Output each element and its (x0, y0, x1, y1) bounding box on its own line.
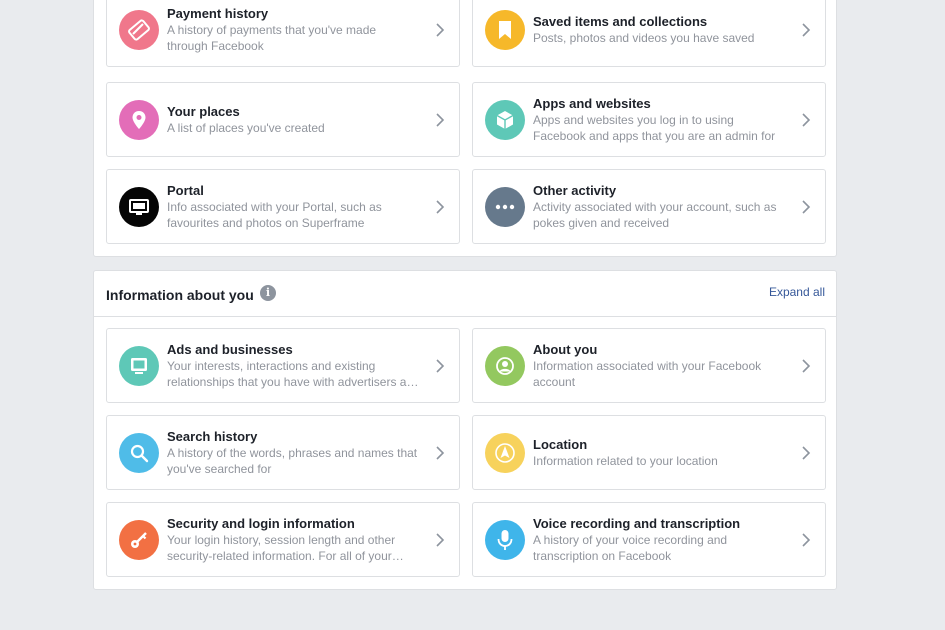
chevron-right-icon (436, 358, 445, 373)
card-title: Ads and businesses (167, 341, 293, 357)
card-description: Information associated with your Faceboo… (533, 358, 762, 389)
bookmark-icon (485, 9, 525, 50)
chevron-right-icon (436, 445, 445, 460)
chevron-right-icon (802, 358, 811, 373)
card-description: Your login history, session length and o… (167, 532, 404, 563)
portal-icon (119, 186, 159, 227)
location-arrow-icon (485, 432, 525, 473)
card-other-activity[interactable]: Other activity Activity associated with y… (472, 169, 826, 244)
card-voice-recording[interactable]: Voice recording and transcription A histo… (472, 502, 826, 577)
card-title: Search history (167, 428, 258, 444)
card-description: A history of payments that you've made t… (167, 22, 377, 53)
card-description: A history of your voice recording and tr… (533, 532, 728, 563)
chevron-right-icon (436, 112, 445, 127)
card-title: Your places (167, 103, 240, 119)
info-icon[interactable]: i (260, 285, 276, 301)
card-title: Saved items and collections (533, 13, 708, 29)
chevron-right-icon (802, 112, 811, 127)
chevron-right-icon (802, 445, 811, 460)
chevron-right-icon (436, 22, 445, 37)
map-pin-icon (119, 99, 159, 140)
chevron-right-icon (802, 22, 811, 37)
card-title: About you (533, 341, 598, 357)
card-your-places[interactable]: Your places A list of places you've creat… (106, 82, 460, 157)
chevron-right-icon (802, 532, 811, 547)
card-description: A list of places you've created (167, 120, 325, 135)
card-about-you[interactable]: About you Information associated with you… (472, 328, 826, 403)
card-title: Security and login information (167, 515, 355, 531)
card-portal[interactable]: Portal Info associated with your Portal, … (106, 169, 460, 244)
card-ads-businesses[interactable]: Ads and businesses Your interests, intera… (106, 328, 460, 403)
section-title: Information about you (106, 287, 254, 303)
card-description: A history of the words, phrases and name… (167, 445, 418, 476)
card-title: Other activity (533, 182, 617, 198)
card-description: Information related to your location (533, 453, 718, 468)
card-title: Apps and websites (533, 95, 651, 111)
card-apps-websites[interactable]: Apps and websites Apps and websites you l… (472, 82, 826, 157)
card-location[interactable]: Location Information related to your loca… (472, 415, 826, 490)
card-title: Portal (167, 182, 204, 198)
card-description: Posts, photos and videos you have saved (533, 30, 755, 45)
card-payment-history[interactable]: Payment history A history of payments tha… (106, 0, 460, 67)
more-dots-icon (485, 186, 525, 227)
search-icon (119, 432, 159, 473)
expand-all-link[interactable]: Expand all (769, 285, 825, 299)
card-saved-items[interactable]: Saved items and collections Posts, photos… (472, 0, 826, 67)
monitor-icon (119, 345, 159, 386)
chevron-right-icon (436, 199, 445, 214)
data-categories-panel: Payment history A history of payments tha… (93, 0, 837, 257)
card-title: Payment history (167, 5, 269, 21)
card-description: Apps and websites you log in to using Fa… (533, 112, 776, 143)
card-description: Activity associated with your account, s… (533, 199, 777, 230)
credit-card-icon (119, 9, 159, 50)
section-header: Information about you i Expand all (94, 271, 836, 317)
card-title: Location (533, 436, 588, 452)
card-search-history[interactable]: Search history A history of the words, ph… (106, 415, 460, 490)
person-icon (485, 345, 525, 386)
card-description: Your interests, interactions and existin… (167, 358, 419, 389)
card-title: Voice recording and transcription (533, 515, 741, 531)
chevron-right-icon (802, 199, 811, 214)
cube-icon (485, 99, 525, 140)
card-description: Info associated with your Portal, such a… (167, 199, 382, 230)
chevron-right-icon (436, 532, 445, 547)
card-security-login[interactable]: Security and login information Your login… (106, 502, 460, 577)
key-icon (119, 519, 159, 560)
microphone-icon (485, 519, 525, 560)
information-about-you-panel: Information about you i Expand all Ads a… (93, 270, 837, 590)
